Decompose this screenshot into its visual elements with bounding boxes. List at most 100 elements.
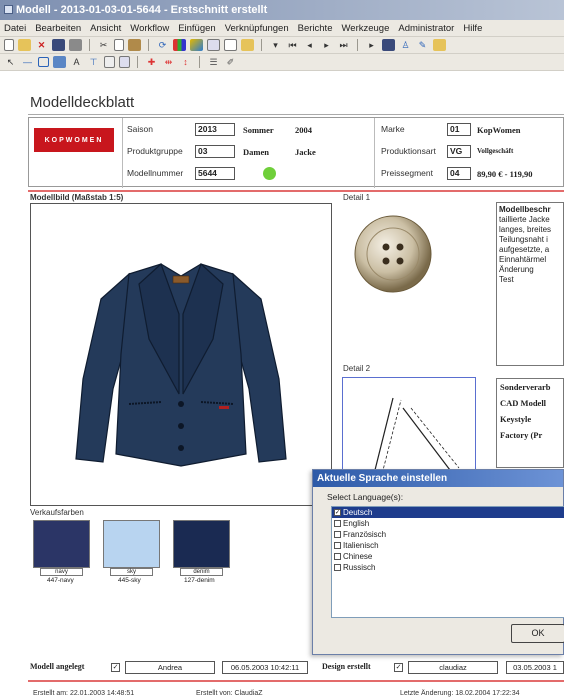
description-line: Teilungsnaht i xyxy=(499,235,548,244)
menu-datei[interactable]: Datei xyxy=(4,23,26,34)
color-icon[interactable] xyxy=(190,39,203,51)
rectangle-tool-icon[interactable] xyxy=(38,57,49,67)
modell-angelegt-user[interactable]: Andrea xyxy=(125,661,215,674)
save-record-icon[interactable] xyxy=(382,39,395,51)
design-erstellt-date[interactable]: 03.05.2003 1 xyxy=(506,661,564,674)
new-record-icon[interactable]: ▸ xyxy=(365,39,378,51)
person-icon[interactable]: ♙ xyxy=(399,39,412,51)
language-checkbox[interactable] xyxy=(334,520,341,527)
design-erstellt-checkbox[interactable]: ✓ xyxy=(394,663,403,672)
exit-icon[interactable] xyxy=(433,39,446,51)
layout-tool-icon[interactable] xyxy=(104,56,115,68)
filter-icon[interactable]: ▾ xyxy=(269,39,282,51)
chart-icon[interactable] xyxy=(173,39,186,51)
description-line: Test xyxy=(499,275,514,284)
toolbar-separator xyxy=(148,39,149,51)
produktionsart-name: Vollgeschäft xyxy=(477,147,514,155)
paste-icon[interactable] xyxy=(128,39,141,51)
language-label: Russisch xyxy=(343,563,376,572)
model-description-box[interactable]: Modellbeschr taillierte Jacke langes, br… xyxy=(496,202,564,366)
language-option-italienisch[interactable]: Italienisch xyxy=(332,540,564,551)
language-checkbox[interactable] xyxy=(334,553,341,560)
previous-record-icon[interactable]: ◂ xyxy=(303,39,316,51)
saison-field[interactable]: 2013 xyxy=(195,123,235,136)
saison-name: Sommer xyxy=(243,125,274,135)
language-checkbox[interactable]: ✓ xyxy=(334,509,341,516)
page-title: Modelldeckblatt xyxy=(30,94,135,111)
modell-angelegt-date[interactable]: 06.05.2003 10:42:11 xyxy=(222,661,308,674)
model-image-frame[interactable] xyxy=(30,203,332,506)
text-tool-icon[interactable]: A xyxy=(70,56,83,68)
menu-hilfe[interactable]: Hilfe xyxy=(463,23,482,34)
color-swatch-navy[interactable] xyxy=(33,520,90,568)
image-tool-icon[interactable] xyxy=(53,56,66,68)
menu-administrator[interactable]: Administrator xyxy=(398,23,454,34)
refresh-icon[interactable]: ⟳ xyxy=(156,39,169,51)
language-checkbox[interactable] xyxy=(334,542,341,549)
color-swatch-name: navy xyxy=(40,568,83,576)
language-list[interactable]: ✓ Deutsch English Französisch Italienisc… xyxy=(331,506,564,618)
design-erstellt-user[interactable]: claudiaz xyxy=(408,661,498,674)
print-icon[interactable] xyxy=(69,39,82,51)
ok-button[interactable]: OK xyxy=(511,624,564,643)
new-document-icon[interactable] xyxy=(4,39,14,51)
brand-logo: KOPWOMEN xyxy=(34,128,114,152)
marke-field[interactable]: 01 xyxy=(447,123,471,136)
header-red-divider xyxy=(28,190,564,192)
language-option-franzoesisch[interactable]: Französisch xyxy=(332,529,564,540)
language-option-english[interactable]: English xyxy=(332,518,564,529)
language-label: Chinese xyxy=(343,552,373,561)
produktionsart-field[interactable]: VG xyxy=(447,145,471,158)
properties-icon[interactable]: ☰ xyxy=(207,56,220,68)
dialog-title[interactable]: Aktuelle Sprache einstellen xyxy=(313,470,563,487)
folder-icon[interactable] xyxy=(241,39,254,51)
open-folder-icon[interactable] xyxy=(18,39,31,51)
frame-tool-icon[interactable] xyxy=(119,56,130,68)
special-processing-box: Sonderverarb CAD Modell Keystyle Factory… xyxy=(496,378,564,468)
copy-icon[interactable] xyxy=(114,39,124,51)
language-option-chinese[interactable]: Chinese xyxy=(332,551,564,562)
next-record-icon[interactable]: ▸ xyxy=(320,39,333,51)
toolbar-separator xyxy=(199,56,200,68)
grid-icon[interactable] xyxy=(207,39,220,51)
menu-ansicht[interactable]: Ansicht xyxy=(90,23,121,34)
measure-tool-icon[interactable]: ⊤ xyxy=(87,56,100,68)
language-checkbox[interactable] xyxy=(334,564,341,571)
menu-werkzeuge[interactable]: Werkzeuge xyxy=(341,23,389,34)
pointer-icon[interactable]: ↖ xyxy=(4,56,17,68)
modellnummer-field[interactable]: 5644 xyxy=(195,167,235,180)
save-icon[interactable] xyxy=(52,39,65,51)
color-swatch-sky[interactable] xyxy=(103,520,160,568)
produktionsart-label: Produktionsart xyxy=(381,146,436,156)
language-dialog: Aktuelle Sprache einstellen Select Langu… xyxy=(312,469,564,655)
language-option-russisch[interactable]: Russisch xyxy=(332,562,564,573)
menu-workflow[interactable]: Workflow xyxy=(130,23,169,34)
menu-einfuegen[interactable]: Einfügen xyxy=(178,23,216,34)
preissegment-field[interactable]: 04 xyxy=(447,167,471,180)
language-option-deutsch[interactable]: ✓ Deutsch xyxy=(332,507,564,518)
modell-angelegt-checkbox[interactable]: ✓ xyxy=(111,663,120,672)
cut-icon[interactable]: ✂ xyxy=(97,39,110,51)
crosshair-icon[interactable]: ✚ xyxy=(145,56,158,68)
delete-icon[interactable]: ✕ xyxy=(35,39,48,51)
brush-icon[interactable]: ✐ xyxy=(224,56,237,68)
form-icon[interactable] xyxy=(224,39,237,51)
last-record-icon[interactable]: ⏭ xyxy=(337,39,350,51)
button-detail-image[interactable] xyxy=(352,213,434,295)
description-line: langes, breites xyxy=(499,225,552,234)
divider xyxy=(122,118,123,188)
created-by: Erstellt von: ClaudiaZ xyxy=(196,690,263,697)
first-record-icon[interactable]: ⏮ xyxy=(286,39,299,51)
line-tool-icon[interactable]: — xyxy=(21,56,34,68)
vertical-guide-icon[interactable]: ↕ xyxy=(179,56,192,68)
color-swatch-denim[interactable] xyxy=(173,520,230,568)
produktgruppe-field[interactable]: 03 xyxy=(195,145,235,158)
menu-berichte[interactable]: Berichte xyxy=(298,23,333,34)
language-checkbox[interactable] xyxy=(334,531,341,538)
horizontal-guide-icon[interactable]: ⇹ xyxy=(162,56,175,68)
produktgruppe-type: Jacke xyxy=(295,147,316,157)
menu-bearbeiten[interactable]: Bearbeiten xyxy=(35,23,81,34)
pen-icon[interactable]: ✎ xyxy=(416,39,429,51)
description-line: aufgesetzte, a xyxy=(499,245,550,254)
menu-verknuepfungen[interactable]: Verknüpfungen xyxy=(225,23,289,34)
